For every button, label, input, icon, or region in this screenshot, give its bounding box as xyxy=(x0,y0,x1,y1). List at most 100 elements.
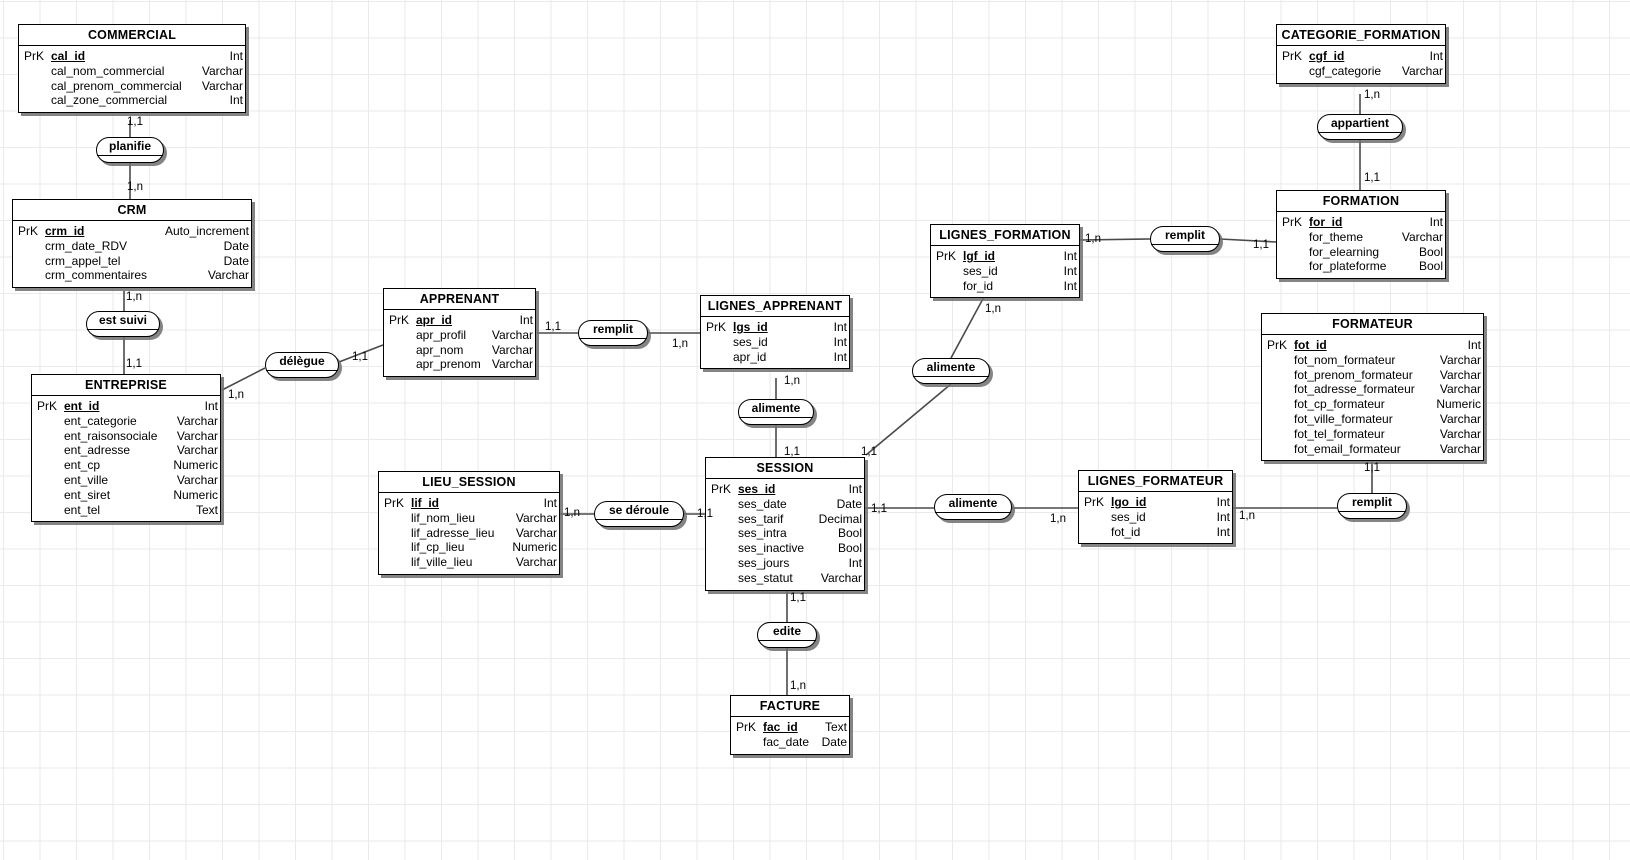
attribute-type: Int xyxy=(833,334,847,349)
attribute-name: fot_adresse_formateur xyxy=(1294,382,1415,397)
relationship-remplit_formation[interactable]: remplit xyxy=(1150,226,1220,252)
entity-formateur[interactable]: FORMATEUR PrK fot_id Int fot_nom_formateur Va… xyxy=(1261,313,1484,462)
entity-attributes-lignes_formation: PrK lgf_id Int ses_id Int for_id Int xyxy=(931,246,1079,297)
cardinality-label: 1,1 xyxy=(871,503,887,515)
entity-facture[interactable]: FACTURE PrK fac_id Text fac_date Date xyxy=(730,695,850,755)
attribute-name: for_id xyxy=(963,278,994,293)
relationship-alimente_apprenant[interactable]: alimente xyxy=(738,399,814,425)
attribute-type: Int xyxy=(519,313,533,327)
attribute-type: Varchar xyxy=(176,472,218,487)
attribute-type: Varchar xyxy=(1439,411,1481,426)
attribute-name: cgf_categorie xyxy=(1309,63,1382,78)
cardinality-label: 1,n xyxy=(1364,89,1380,101)
attribute-type: Varchar xyxy=(176,443,218,458)
relationship-footer xyxy=(935,513,1011,519)
attribute-row: PrK crm_id Auto_increment xyxy=(15,224,249,239)
attribute-name: for_id xyxy=(1309,215,1343,229)
attribute-type: Varchar xyxy=(491,327,533,342)
entity-categorie_formation[interactable]: CATEGORIE_FORMATION PrK cgf_id Int cgf_categ… xyxy=(1276,24,1446,84)
attribute-row: fot_cp_formateur Numeric xyxy=(1264,397,1481,412)
attribute-row: ses_inactive Bool xyxy=(708,541,862,556)
attribute-row: for_id Int xyxy=(933,279,1077,294)
attribute-name: fot_prenom_formateur xyxy=(1294,367,1413,382)
attribute-row: ent_siret Numeric xyxy=(34,488,218,503)
attribute-row: lif_adresse_lieu Varchar xyxy=(381,526,557,541)
attribute-key-marker: PrK xyxy=(736,720,757,734)
attribute-name: ent_tel xyxy=(64,502,101,517)
attribute-row: PrK fot_id Int xyxy=(1264,338,1481,353)
relationship-remplit_formateur[interactable]: remplit xyxy=(1337,493,1407,519)
attribute-name: ent_raisonsociale xyxy=(64,428,158,443)
attribute-name: lif_nom_lieu xyxy=(411,510,476,525)
attribute-type: Varchar xyxy=(515,510,557,525)
attribute-row: lif_nom_lieu Varchar xyxy=(381,511,557,526)
attribute-type: Varchar xyxy=(1439,441,1481,456)
relationship-remplit_apprenant[interactable]: remplit xyxy=(578,320,648,346)
attribute-name: ent_categorie xyxy=(64,413,137,428)
cardinality-label: 1,1 xyxy=(790,592,806,604)
attribute-name: fot_ville_formateur xyxy=(1294,411,1393,426)
attribute-row: ses_date Date xyxy=(708,497,862,512)
relationship-delegue[interactable]: délègue xyxy=(265,352,339,378)
attribute-type: Varchar xyxy=(176,413,218,428)
entity-title-lignes_formation: LIGNES_FORMATION xyxy=(931,225,1079,246)
attribute-name: fot_id xyxy=(1294,338,1327,352)
cardinality-label: 1,1 xyxy=(1364,172,1380,184)
entity-lignes_apprenant[interactable]: LIGNES_APPRENANT PrK lgs_id Int ses_id Int apr… xyxy=(700,295,850,370)
entity-lignes_formateur[interactable]: LIGNES_FORMATEUR PrK lgo_id Int ses_id Int fot… xyxy=(1078,470,1233,545)
attribute-row: ent_cp Numeric xyxy=(34,458,218,473)
attribute-type: Int xyxy=(204,399,218,413)
entity-lieu_session[interactable]: LIEU_SESSION PrK lif_id Int lif_nom_lieu Varc… xyxy=(378,471,560,575)
attribute-name: lgo_id xyxy=(1111,495,1147,509)
attribute-type: Int xyxy=(1063,263,1077,278)
relationship-footer xyxy=(1338,512,1406,518)
relationship-planifie[interactable]: planifie xyxy=(96,137,164,163)
entity-entreprise[interactable]: ENTREPRISE PrK ent_id Int ent_categorie Varch… xyxy=(31,374,221,523)
relationship-est_suivi[interactable]: est suivi xyxy=(86,311,160,337)
attribute-name: ent_ville xyxy=(64,472,109,487)
attribute-type: Varchar xyxy=(820,570,862,585)
relationship-footer xyxy=(1318,133,1402,139)
entity-apprenant[interactable]: APPRENANT PrK apr_id Int apr_profil Varchar ap… xyxy=(383,288,536,378)
attribute-type: Int xyxy=(1063,249,1077,263)
relationship-alimente_session_formateur[interactable]: alimente xyxy=(934,494,1012,520)
entity-attributes-lignes_apprenant: PrK lgs_id Int ses_id Int apr_id Int xyxy=(701,317,849,368)
attribute-row: fot_prenom_formateur Varchar xyxy=(1264,368,1481,383)
attribute-key-marker: PrK xyxy=(1084,495,1105,509)
cardinality-label: 1,1 xyxy=(784,446,800,458)
entity-crm[interactable]: CRM PrK crm_id Auto_increment crm_date_RDV Da… xyxy=(12,199,252,289)
attribute-type: Varchar xyxy=(1401,63,1443,78)
relationship-label-alimente_session_formateur: alimente xyxy=(935,495,1011,513)
attribute-row: PrK ent_id Int xyxy=(34,399,218,414)
cardinality-label: 1,n xyxy=(790,680,806,692)
attribute-row: PrK fac_id Text xyxy=(733,720,847,735)
attribute-type: Int xyxy=(229,93,243,108)
attribute-row: fot_nom_formateur Varchar xyxy=(1264,353,1481,368)
relationship-label-appartient: appartient xyxy=(1318,115,1402,133)
attribute-name: ent_adresse xyxy=(64,443,131,458)
attribute-name: fac_date xyxy=(763,734,810,749)
cardinality-label: 1,n xyxy=(985,303,1001,315)
relationship-label-planifie: planifie xyxy=(97,138,163,156)
entity-formation[interactable]: FORMATION PrK for_id Int for_theme Varchar for… xyxy=(1276,190,1446,280)
attribute-row: cal_prenom_commercial Varchar xyxy=(21,79,243,94)
attribute-type: Int xyxy=(1216,524,1230,539)
relationship-alimente_formation[interactable]: alimente xyxy=(912,358,990,384)
attribute-name: fot_tel_formateur xyxy=(1294,426,1385,441)
attribute-type: Varchar xyxy=(515,525,557,540)
relationship-se_deroule[interactable]: se déroule xyxy=(594,501,684,527)
attribute-name: ses_id xyxy=(963,263,998,278)
attribute-key-marker: PrK xyxy=(711,482,732,496)
e-lignesformation-alimente2 xyxy=(950,294,986,359)
entity-commercial[interactable]: COMMERCIAL PrK cal_id Int cal_nom_commercial… xyxy=(18,24,246,114)
cardinality-label: 1,1 xyxy=(861,446,877,458)
entity-session[interactable]: SESSION PrK ses_id Int ses_date Date ses_tarif… xyxy=(705,457,865,591)
attribute-name: lif_cp_lieu xyxy=(411,540,465,555)
cardinality-label: 1,1 xyxy=(697,508,713,520)
attribute-type: Date xyxy=(223,238,249,253)
relationship-edite[interactable]: edite xyxy=(757,622,817,648)
relationship-appartient[interactable]: appartient xyxy=(1317,114,1403,140)
entity-lignes_formation[interactable]: LIGNES_FORMATION PrK lgf_id Int ses_id Int for… xyxy=(930,224,1080,299)
cardinality-label: 1,n xyxy=(127,181,143,193)
attribute-name: cal_nom_commercial xyxy=(51,63,165,78)
